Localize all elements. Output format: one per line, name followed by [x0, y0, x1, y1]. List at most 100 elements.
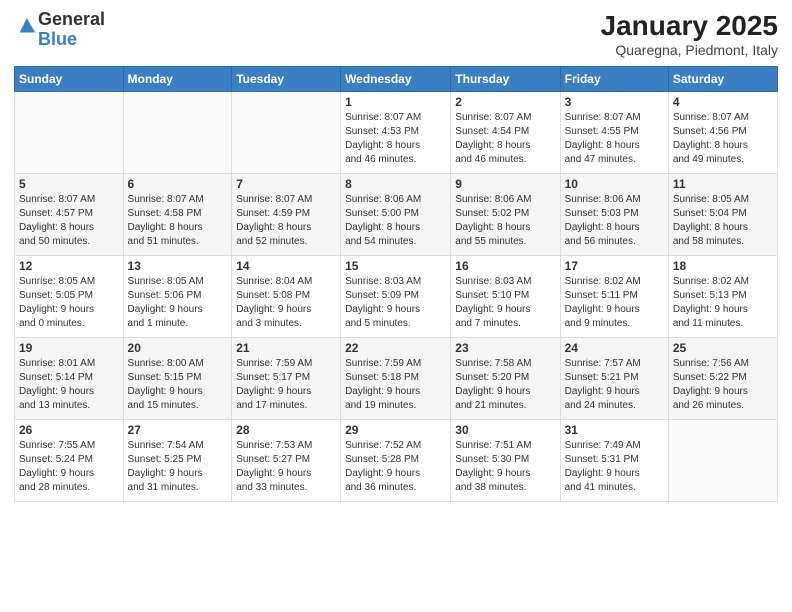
day-cell: 15Sunrise: 8:03 AM Sunset: 5:09 PM Dayli…: [341, 256, 451, 338]
day-cell: 13 Sunrise: 8:05 AM Sunset: 5:06 PM Dayli…: [123, 256, 232, 338]
day-cell: 7Sunrise: 8:07 AM Sunset: 4:59 PM Daylig…: [232, 174, 341, 256]
header-tuesday: Tuesday: [232, 67, 341, 92]
day-info: Sunrise: 8:04 AM Sunset: 5:08 PM Dayligh…: [236, 275, 336, 331]
day-info: Sunrise: 8:00 AM Sunset: 5:15 PM Dayligh…: [128, 357, 228, 413]
week-row-3: 12 Sunrise: 8:05 AM Sunset: 5:05 PM Dayli…: [15, 256, 778, 338]
day-info: Sunrise: 8:07 AM Sunset: 4:58 PM Dayligh…: [128, 193, 228, 249]
day-cell: 2 Sunrise: 8:07 AM Sunset: 4:54 PM Daylig…: [451, 92, 560, 174]
day-info: Sunrise: 8:05 AM Sunset: 5:04 PM Dayligh…: [673, 193, 773, 249]
day-number: 5: [19, 177, 119, 191]
day-cell: 17 Sunrise: 8:02 AM Sunset: 5:11 PM Dayli…: [560, 256, 668, 338]
header-friday: Friday: [560, 67, 668, 92]
day-cell: [668, 420, 777, 502]
day-cell: 24Sunrise: 7:57 AM Sunset: 5:21 PM Dayli…: [560, 338, 668, 420]
day-info: Sunrise: 8:07 AM Sunset: 4:53 PM Dayligh…: [345, 111, 446, 167]
day-cell: 5 Sunrise: 8:07 AM Sunset: 4:57 PM Daylig…: [15, 174, 124, 256]
day-cell: 10Sunrise: 8:06 AM Sunset: 5:03 PM Dayli…: [560, 174, 668, 256]
day-number: 4: [673, 95, 773, 109]
day-info: Sunrise: 7:53 AM Sunset: 5:27 PM Dayligh…: [236, 439, 336, 495]
week-row-1: 1Sunrise: 8:07 AM Sunset: 4:53 PM Daylig…: [15, 92, 778, 174]
calendar-title: January 2025: [601, 10, 778, 42]
day-info: Sunrise: 7:55 AM Sunset: 5:24 PM Dayligh…: [19, 439, 119, 495]
day-number: 16: [455, 259, 555, 273]
day-number: 23: [455, 341, 555, 355]
day-cell: [15, 92, 124, 174]
day-cell: 29 Sunrise: 7:52 AM Sunset: 5:28 PM Dayli…: [341, 420, 451, 502]
header-sunday: Sunday: [15, 67, 124, 92]
day-number: 12: [19, 259, 119, 273]
header: General Blue January 2025 Quaregna, Pied…: [14, 10, 778, 58]
day-number: 24: [565, 341, 664, 355]
day-cell: 1Sunrise: 8:07 AM Sunset: 4:53 PM Daylig…: [341, 92, 451, 174]
day-info: Sunrise: 7:59 AM Sunset: 5:18 PM Dayligh…: [345, 357, 446, 413]
header-thursday: Thursday: [451, 67, 560, 92]
day-info: Sunrise: 8:07 AM Sunset: 4:55 PM Dayligh…: [565, 111, 664, 167]
day-cell: 4 Sunrise: 8:07 AM Sunset: 4:56 PM Daylig…: [668, 92, 777, 174]
day-info: Sunrise: 7:49 AM Sunset: 5:31 PM Dayligh…: [565, 439, 664, 495]
day-number: 2: [455, 95, 555, 109]
day-info: Sunrise: 8:02 AM Sunset: 5:13 PM Dayligh…: [673, 275, 773, 331]
day-cell: 28 Sunrise: 7:53 AM Sunset: 5:27 PM Dayli…: [232, 420, 341, 502]
day-info: Sunrise: 7:54 AM Sunset: 5:25 PM Dayligh…: [128, 439, 228, 495]
day-cell: [123, 92, 232, 174]
day-cell: 6 Sunrise: 8:07 AM Sunset: 4:58 PM Daylig…: [123, 174, 232, 256]
day-number: 29: [345, 423, 446, 437]
day-info: Sunrise: 7:58 AM Sunset: 5:20 PM Dayligh…: [455, 357, 555, 413]
day-number: 11: [673, 177, 773, 191]
day-info: Sunrise: 8:07 AM Sunset: 4:54 PM Dayligh…: [455, 111, 555, 167]
day-info: Sunrise: 8:07 AM Sunset: 4:56 PM Dayligh…: [673, 111, 773, 167]
day-info: Sunrise: 8:05 AM Sunset: 5:05 PM Dayligh…: [19, 275, 119, 331]
day-number: 8: [345, 177, 446, 191]
day-info: Sunrise: 8:05 AM Sunset: 5:06 PM Dayligh…: [128, 275, 228, 331]
day-number: 28: [236, 423, 336, 437]
day-number: 7: [236, 177, 336, 191]
day-info: Sunrise: 7:56 AM Sunset: 5:22 PM Dayligh…: [673, 357, 773, 413]
day-info: Sunrise: 7:52 AM Sunset: 5:28 PM Dayligh…: [345, 439, 446, 495]
week-row-2: 5 Sunrise: 8:07 AM Sunset: 4:57 PM Daylig…: [15, 174, 778, 256]
day-info: Sunrise: 8:03 AM Sunset: 5:10 PM Dayligh…: [455, 275, 555, 331]
day-info: Sunrise: 8:07 AM Sunset: 4:57 PM Dayligh…: [19, 193, 119, 249]
day-cell: 22 Sunrise: 7:59 AM Sunset: 5:18 PM Dayli…: [341, 338, 451, 420]
day-cell: 3 Sunrise: 8:07 AM Sunset: 4:55 PM Daylig…: [560, 92, 668, 174]
logo-icon: [16, 16, 38, 38]
title-block: January 2025 Quaregna, Piedmont, Italy: [601, 10, 778, 58]
day-info: Sunrise: 8:01 AM Sunset: 5:14 PM Dayligh…: [19, 357, 119, 413]
day-cell: 27Sunrise: 7:54 AM Sunset: 5:25 PM Dayli…: [123, 420, 232, 502]
day-number: 9: [455, 177, 555, 191]
day-info: Sunrise: 8:06 AM Sunset: 5:00 PM Dayligh…: [345, 193, 446, 249]
header-wednesday: Wednesday: [341, 67, 451, 92]
day-cell: 9Sunrise: 8:06 AM Sunset: 5:02 PM Daylig…: [451, 174, 560, 256]
day-cell: 25 Sunrise: 7:56 AM Sunset: 5:22 PM Dayli…: [668, 338, 777, 420]
day-number: 6: [128, 177, 228, 191]
day-cell: 16 Sunrise: 8:03 AM Sunset: 5:10 PM Dayli…: [451, 256, 560, 338]
day-number: 26: [19, 423, 119, 437]
day-number: 19: [19, 341, 119, 355]
day-cell: 8 Sunrise: 8:06 AM Sunset: 5:00 PM Daylig…: [341, 174, 451, 256]
day-cell: 23 Sunrise: 7:58 AM Sunset: 5:20 PM Dayli…: [451, 338, 560, 420]
day-info: Sunrise: 8:02 AM Sunset: 5:11 PM Dayligh…: [565, 275, 664, 331]
day-number: 30: [455, 423, 555, 437]
day-cell: 26 Sunrise: 7:55 AM Sunset: 5:24 PM Dayli…: [15, 420, 124, 502]
day-number: 22: [345, 341, 446, 355]
week-row-4: 19 Sunrise: 8:01 AM Sunset: 5:14 PM Dayli…: [15, 338, 778, 420]
day-info: Sunrise: 8:06 AM Sunset: 5:03 PM Dayligh…: [565, 193, 664, 249]
logo: General Blue: [14, 10, 105, 50]
day-cell: 31Sunrise: 7:49 AM Sunset: 5:31 PM Dayli…: [560, 420, 668, 502]
page-container: General Blue January 2025 Quaregna, Pied…: [0, 0, 792, 510]
day-number: 20: [128, 341, 228, 355]
header-saturday: Saturday: [668, 67, 777, 92]
calendar-table: Sunday Monday Tuesday Wednesday Thursday…: [14, 66, 778, 502]
day-cell: 12 Sunrise: 8:05 AM Sunset: 5:05 PM Dayli…: [15, 256, 124, 338]
day-number: 25: [673, 341, 773, 355]
day-number: 3: [565, 95, 664, 109]
day-number: 14: [236, 259, 336, 273]
day-cell: 21Sunrise: 7:59 AM Sunset: 5:17 PM Dayli…: [232, 338, 341, 420]
day-number: 21: [236, 341, 336, 355]
logo-general-text: General: [38, 9, 105, 29]
week-row-5: 26 Sunrise: 7:55 AM Sunset: 5:24 PM Dayli…: [15, 420, 778, 502]
day-number: 13: [128, 259, 228, 273]
day-cell: 11 Sunrise: 8:05 AM Sunset: 5:04 PM Dayli…: [668, 174, 777, 256]
day-number: 17: [565, 259, 664, 273]
weekday-header-row: Sunday Monday Tuesday Wednesday Thursday…: [15, 67, 778, 92]
day-cell: 19 Sunrise: 8:01 AM Sunset: 5:14 PM Dayli…: [15, 338, 124, 420]
